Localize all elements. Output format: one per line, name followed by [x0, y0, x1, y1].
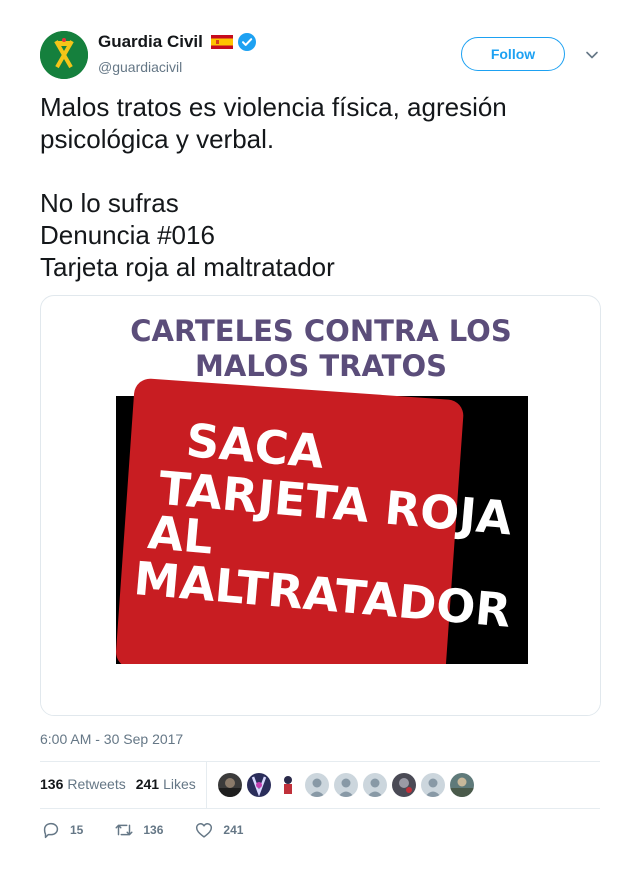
retweets-stat[interactable]: 136 Retweets — [40, 776, 126, 792]
liker-avatar[interactable] — [450, 773, 474, 797]
engagement-stats: 136 Retweets 241 Likes — [40, 776, 206, 792]
avatar[interactable] — [40, 31, 88, 79]
tweet-timestamp[interactable]: 6:00 AM - 30 Sep 2017 — [40, 731, 183, 747]
user-handle[interactable]: @guardiacivil — [98, 59, 182, 75]
tweet-line: Malos tratos es violencia física, agresi… — [40, 92, 507, 122]
poster-heading-line2: MALOS TRATOS — [195, 349, 447, 383]
like-button[interactable]: 241 — [193, 819, 243, 841]
tweet-text: Malos tratos es violencia física, agresi… — [40, 91, 600, 283]
liker-avatar[interactable] — [247, 773, 271, 797]
stats-separator — [206, 762, 207, 808]
like-count: 241 — [223, 823, 244, 837]
default-avatar-icon[interactable] — [305, 773, 329, 797]
spain-flag-icon — [210, 35, 233, 49]
liker-avatar[interactable] — [218, 773, 242, 797]
heart-icon — [196, 823, 213, 838]
poster-image: CARTELES CONTRA LOS MALOS TRATOS SACA TA… — [41, 314, 600, 715]
reply-button[interactable]: 15 — [40, 819, 83, 841]
liker-avatars — [218, 773, 479, 797]
retweets-count: 136 — [40, 776, 64, 792]
action-bar: 15 136 241 — [40, 819, 243, 841]
divider — [40, 761, 600, 762]
reply-count: 15 — [70, 823, 84, 837]
likes-label: Likes — [163, 776, 196, 792]
tweet-line: psicológica y verbal. — [40, 124, 275, 154]
default-avatar-icon[interactable] — [363, 773, 387, 797]
name-row: Guardia Civil — [98, 32, 257, 52]
likes-count: 241 — [135, 776, 160, 792]
tweet-line: No lo sufras — [40, 188, 179, 218]
reply-icon — [43, 822, 59, 839]
default-avatar-icon[interactable] — [334, 773, 358, 797]
retweet-count: 136 — [143, 823, 164, 837]
display-name[interactable]: Guardia Civil — [98, 32, 203, 52]
poster-heading-line1: CARTELES CONTRA LOS — [130, 314, 511, 348]
media-card[interactable]: CARTELES CONTRA LOS MALOS TRATOS SACA TA… — [40, 295, 601, 716]
divider — [40, 808, 600, 809]
likes-stat[interactable]: 241 Likes — [136, 776, 196, 792]
tweet-line: Tarjeta roja al maltratador — [40, 252, 335, 282]
verified-badge-icon — [237, 32, 257, 52]
retweet-icon — [115, 824, 133, 836]
follow-button[interactable]: Follow — [461, 37, 565, 71]
default-avatar-icon[interactable] — [421, 773, 445, 797]
retweet-button[interactable]: 136 — [113, 819, 163, 841]
liker-avatar[interactable] — [276, 773, 300, 797]
retweets-label: Retweets — [67, 776, 126, 792]
guardia-civil-emblem-icon — [40, 31, 88, 79]
chevron-down-icon[interactable] — [584, 47, 600, 63]
tweet-hashtag-line[interactable]: Denuncia #016 — [40, 219, 600, 251]
liker-avatar[interactable] — [392, 773, 416, 797]
